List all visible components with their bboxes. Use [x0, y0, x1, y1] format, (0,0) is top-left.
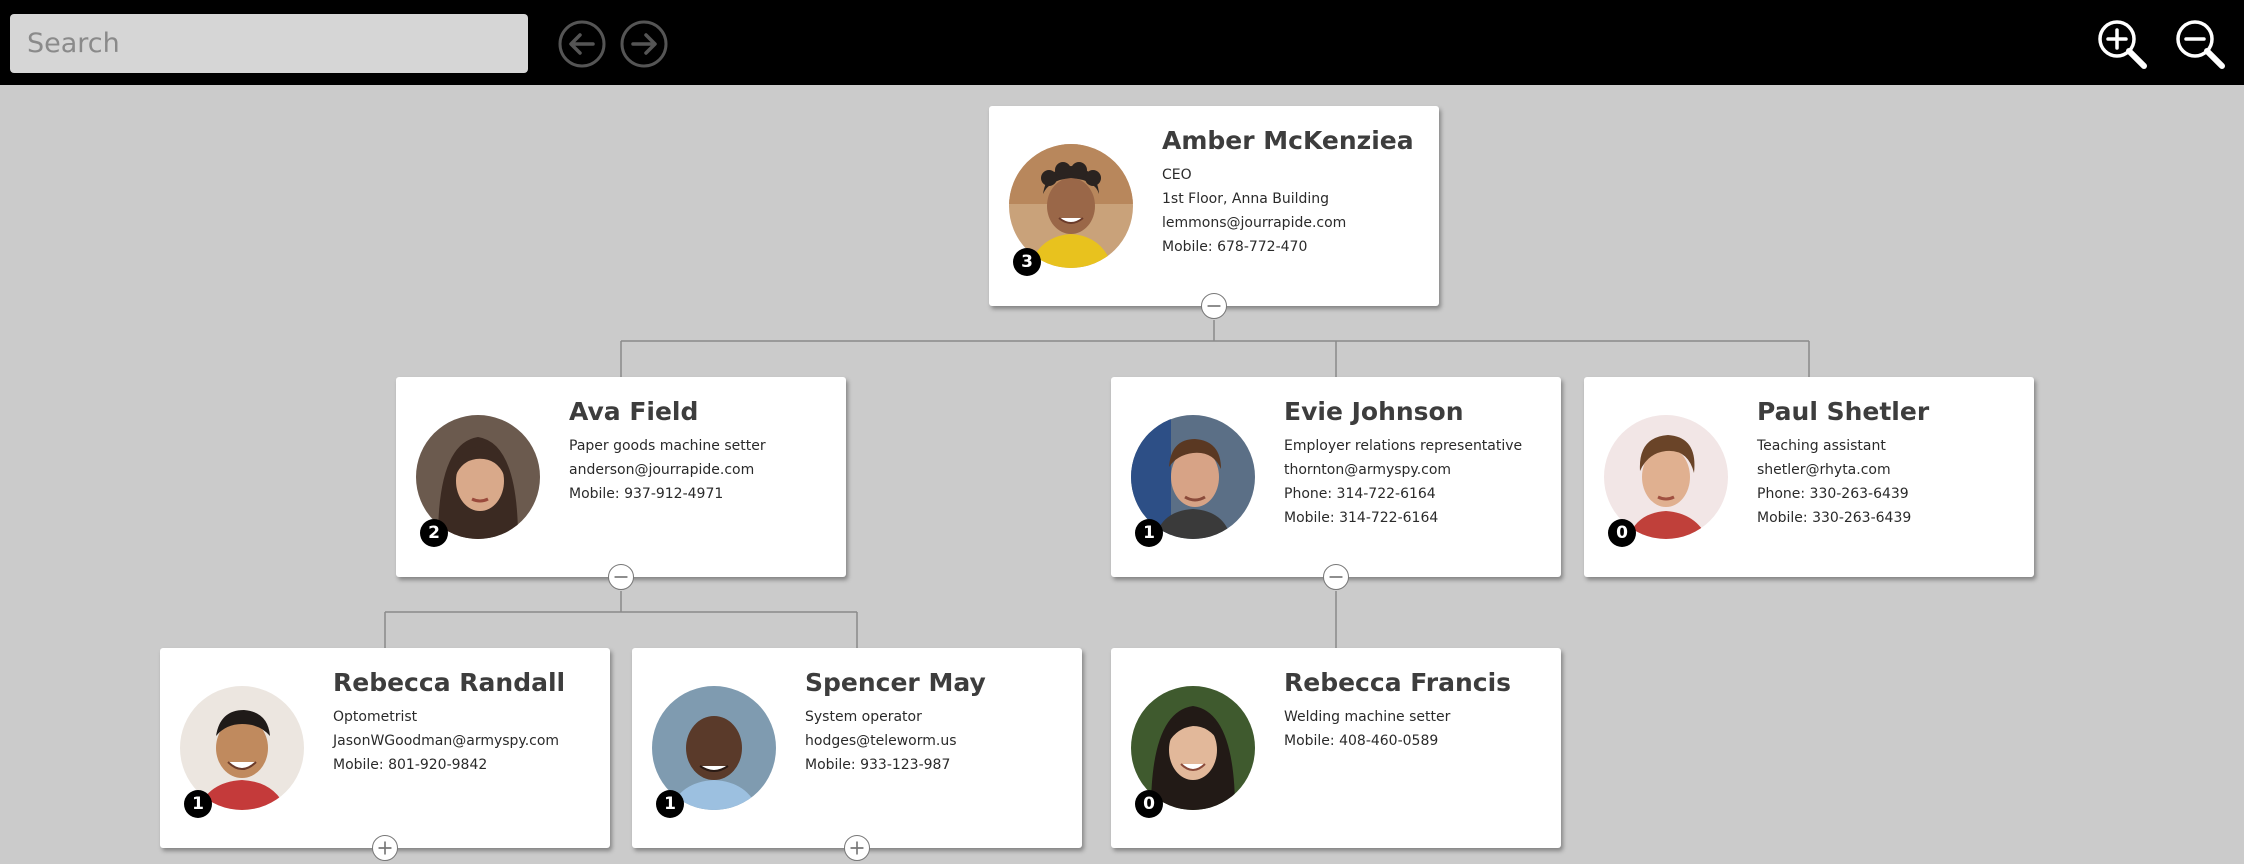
person-email[interactable]: hodges@teleworm.us: [805, 729, 1072, 753]
search-input[interactable]: [10, 14, 528, 73]
person-name: Evie Johnson: [1284, 397, 1464, 426]
person-card[interactable]: 0 Rebecca Francis Welding machine setter…: [1111, 648, 1561, 848]
zoom-out-icon[interactable]: [2172, 16, 2228, 72]
person-name: Paul Shetler: [1757, 397, 1930, 426]
person-card[interactable]: 1 Spencer May System operator hodges@tel…: [632, 648, 1082, 861]
person-card[interactable]: 2 Ava Field Paper goods machine setter a…: [396, 377, 846, 590]
arrow-right-circle-icon[interactable]: [618, 18, 670, 70]
person-mobile: Mobile: 801-920-9842: [333, 757, 488, 773]
expand-icon[interactable]: [844, 835, 870, 861]
person-email[interactable]: JasonWGoodman@armyspy.com: [333, 729, 600, 753]
person-phone: Phone: 330-263-6439: [1757, 486, 1909, 502]
person-title: Teaching assistant: [1757, 438, 1886, 454]
person-mobile: Mobile: 314-722-6164: [1284, 510, 1439, 526]
top-toolbar: [0, 0, 2244, 85]
person-email[interactable]: shetler@rhyta.com: [1757, 458, 2024, 482]
person-email[interactable]: lemmons@jourrapide.com: [1162, 211, 1429, 235]
collapse-icon[interactable]: [1323, 564, 1349, 590]
person-mobile: Mobile: 678-772-470: [1162, 239, 1308, 255]
direct-reports-badge: 1: [1135, 519, 1163, 547]
arrow-left-circle-icon[interactable]: [556, 18, 608, 70]
person-location: 1st Floor, Anna Building: [1162, 191, 1330, 207]
direct-reports-badge: 1: [656, 790, 684, 818]
person-card[interactable]: 1 Evie Johnson Employer relations repres…: [1111, 377, 1561, 590]
person-email[interactable]: thornton@armyspy.com: [1284, 458, 1551, 482]
person-mobile: Mobile: 408-460-0589: [1284, 733, 1439, 749]
person-title: Welding machine setter: [1284, 709, 1451, 725]
person-name: Amber McKenziea: [1162, 126, 1414, 155]
collapse-icon[interactable]: [608, 564, 634, 590]
zoom-in-icon[interactable]: [2094, 16, 2150, 72]
direct-reports-badge: 0: [1608, 519, 1636, 547]
person-card[interactable]: 1 Rebecca Randall Optometrist JasonWGood…: [160, 648, 610, 861]
person-title: Employer relations representative: [1284, 438, 1523, 454]
person-card[interactable]: 0 Paul Shetler Teaching assistant shetle…: [1584, 377, 2034, 577]
person-title: Optometrist: [333, 709, 418, 725]
person-mobile: Mobile: 933-123-987: [805, 757, 951, 773]
person-mobile: Mobile: 937-912-4971: [569, 486, 724, 502]
person-title: System operator: [805, 709, 922, 725]
person-name: Ava Field: [569, 397, 699, 426]
person-email[interactable]: anderson@jourrapide.com: [569, 458, 836, 482]
direct-reports-badge: 1: [184, 790, 212, 818]
person-title: Paper goods machine setter: [569, 438, 766, 454]
person-name: Rebecca Randall: [333, 668, 566, 697]
person-card[interactable]: 3 Amber McKenziea CEO 1st Floor, Anna Bu…: [989, 106, 1439, 319]
person-phone: Phone: 314-722-6164: [1284, 486, 1436, 502]
direct-reports-badge: 0: [1135, 790, 1163, 818]
person-name: Spencer May: [805, 668, 986, 697]
direct-reports-badge: 2: [420, 519, 448, 547]
person-name: Rebecca Francis: [1284, 668, 1512, 697]
expand-icon[interactable]: [372, 835, 398, 861]
collapse-icon[interactable]: [1201, 293, 1227, 319]
direct-reports-badge: 3: [1013, 248, 1041, 276]
person-mobile: Mobile: 330-263-6439: [1757, 510, 1912, 526]
person-title: CEO: [1162, 167, 1192, 183]
